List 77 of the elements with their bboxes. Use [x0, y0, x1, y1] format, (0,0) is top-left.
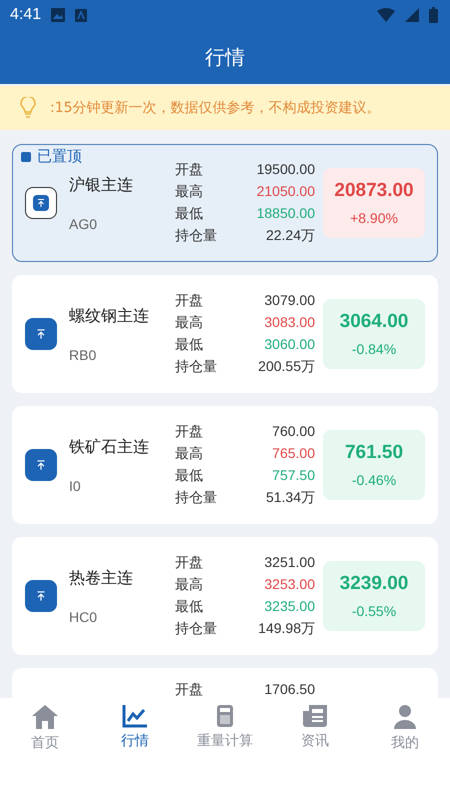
stat-value: 760.00	[271, 423, 315, 441]
nav-tab[interactable]: 行情	[90, 704, 180, 750]
stat-value: 1706.50	[263, 681, 315, 698]
stat-value: 18850.00	[256, 205, 315, 223]
stat-label: 开盘	[175, 292, 204, 310]
stat-label: 最高	[175, 314, 204, 332]
price-change: -0.84%	[352, 341, 396, 357]
stat-label: 最低	[175, 598, 204, 616]
status-time: 4:41	[10, 6, 42, 24]
stat-value: 21050.00	[256, 183, 315, 201]
price-change: -0.46%	[352, 472, 396, 488]
person-icon	[393, 704, 417, 730]
last-price: 20873.00	[334, 180, 414, 202]
stat-value: 3235.00	[263, 598, 315, 616]
price-change: +8.90%	[350, 210, 398, 226]
home-icon	[31, 704, 59, 730]
stat-label: 最低	[175, 336, 204, 354]
newspaper-icon	[302, 704, 328, 728]
stat-label: 最高	[175, 445, 204, 463]
stat-value: 3253.00	[263, 576, 315, 594]
notice-text: :15分钟更新一次，数据仅供参考，不构成投资建议。	[50, 99, 381, 117]
pinned-label: 已置顶	[37, 147, 82, 166]
stat-label: 开盘	[175, 161, 204, 179]
stat-label: 开盘	[175, 423, 204, 441]
stat-value: 757.50	[271, 467, 315, 485]
contract-name: 沪银主连	[69, 174, 134, 196]
stat-label: 最低	[175, 205, 204, 223]
contract-name: 螺纹钢主连	[69, 306, 150, 326]
pin-button[interactable]	[25, 449, 57, 481]
battery-icon	[429, 7, 438, 23]
pinned-icon	[21, 152, 31, 162]
stat-label: 持仓量	[175, 358, 218, 376]
stat-label: 开盘	[175, 681, 204, 698]
signal-icon	[405, 8, 419, 22]
quote-card[interactable]: 铁矿石主连 I0 开盘 760.00 最高 765.00 最低 757.50 持仓量 51.34万 761.50 -0.46%	[12, 406, 438, 524]
pin-button[interactable]	[25, 580, 57, 612]
contract-code: RB0	[69, 346, 98, 362]
stat-value: 3251.00	[263, 554, 315, 572]
contract-code: I0	[69, 478, 82, 494]
stat-label: 开盘	[175, 554, 204, 572]
page-title: 行情	[205, 44, 245, 70]
stat-label: 最低	[175, 467, 204, 485]
stat-value: 149.98万	[257, 620, 315, 638]
stat-value: 3060.00	[263, 336, 315, 354]
quote-card[interactable]: 开盘 1706.50	[12, 668, 438, 698]
stat-label: 持仓量	[175, 227, 218, 245]
stat-label: 最高	[175, 183, 204, 201]
last-price: 3064.00	[340, 311, 408, 333]
pin-top-icon	[35, 197, 47, 209]
quote-card[interactable]: 螺纹钢主连 RB0 开盘 3079.00 最高 3083.00 最低 3060.00 持仓量 200.55万 3064.00 -0.84%	[12, 275, 438, 393]
stat-value: 22.24万	[264, 227, 315, 245]
line-chart-icon	[122, 704, 148, 728]
pin-button[interactable]	[25, 187, 57, 219]
stat-label: 持仓量	[175, 489, 218, 507]
wifi-icon	[377, 8, 395, 22]
calculator-icon	[216, 704, 234, 728]
stat-value: 3079.00	[263, 292, 315, 310]
price-change: -0.55%	[352, 603, 396, 619]
stat-value: 3083.00	[263, 314, 315, 332]
image-icon	[51, 8, 66, 22]
stat-value: 19500.00	[256, 161, 315, 179]
stat-label: 最高	[175, 576, 204, 594]
quote-card[interactable]: 已置顶 沪银主连 AG0 开盘 19500.00 最高 21050.00 最低 18850.00 持仓量 22.24万 20873.00 +8.90%	[12, 144, 438, 262]
contract-name: 热卷主连	[69, 568, 134, 588]
last-price: 761.50	[344, 442, 404, 464]
contract-name: 铁矿石主连	[69, 436, 150, 458]
stat-value: 51.34万	[264, 489, 315, 507]
stat-value: 765.00	[271, 445, 315, 463]
stat-label: 持仓量	[175, 620, 218, 638]
app-notification-icon	[75, 8, 88, 22]
lightbulb-icon	[20, 97, 36, 119]
quote-card[interactable]: 热卷主连 HC0 开盘 3251.00 最高 3253.00 最低 3235.00 持仓量 149.98万 3239.00 -0.55%	[12, 537, 438, 655]
contract-code: HC0	[69, 608, 98, 624]
contract-code: AG0	[69, 216, 98, 232]
last-price: 3239.00	[340, 573, 408, 595]
pin-button[interactable]	[25, 318, 57, 350]
stat-value: 200.55万	[257, 358, 315, 376]
